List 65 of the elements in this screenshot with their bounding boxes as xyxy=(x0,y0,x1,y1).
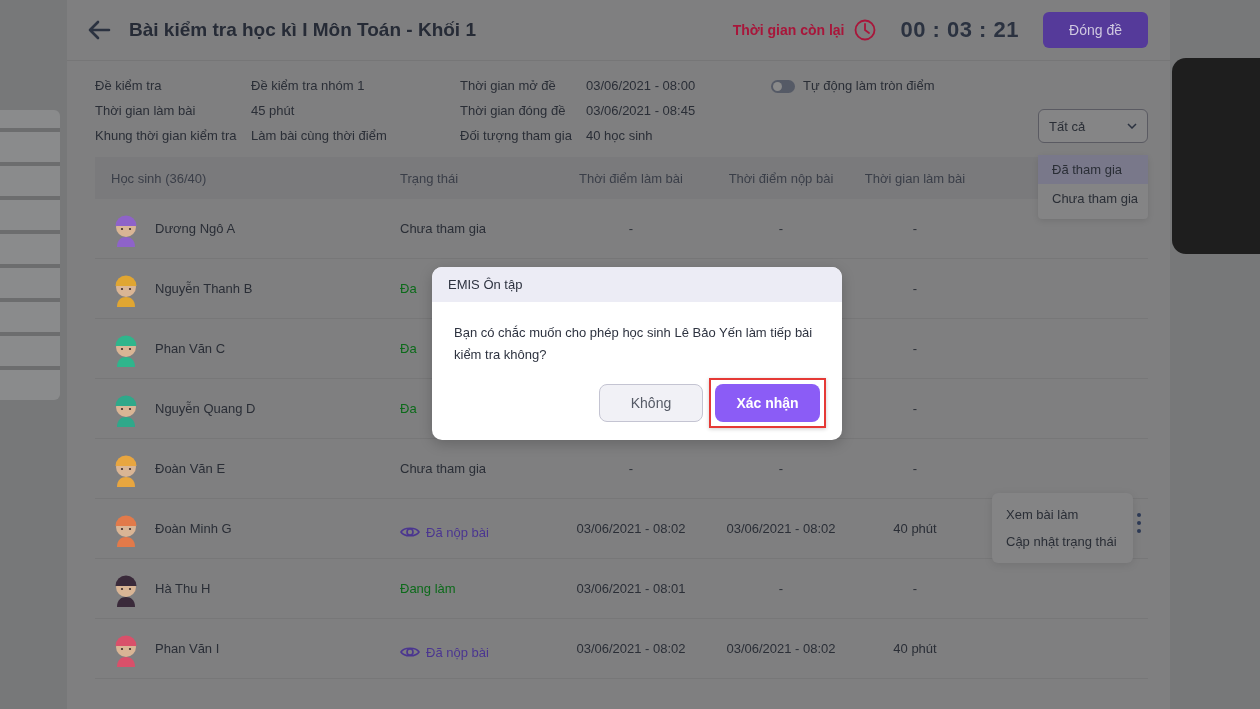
filter-dropdown[interactable]: Tất cả xyxy=(1038,109,1148,143)
info-value: Đề kiểm tra nhóm 1 xyxy=(251,78,366,93)
column-header: Thời gian làm bài xyxy=(863,170,967,186)
table-cell: 40 phút xyxy=(893,641,937,656)
student-name: Hà Thu H xyxy=(155,581,211,596)
dialog-title: EMIS Ôn tập xyxy=(448,277,523,292)
status-text: Đa xyxy=(400,341,417,356)
info-value: 03/06/2021 - 08:00 xyxy=(586,78,697,93)
info-value: 45 phút xyxy=(251,103,296,118)
table-cell: - xyxy=(912,461,918,476)
close-exam-button[interactable]: Đóng đề xyxy=(1043,12,1148,48)
info-label: Đối tượng tham gia xyxy=(460,128,573,143)
countdown-timer: 00 : 03 : 21 xyxy=(900,17,1019,43)
table-cell: 03/06/2021 - 08:02 xyxy=(576,641,686,656)
column-header: Thời điểm làm bài xyxy=(578,170,684,186)
status-text: Đa xyxy=(400,401,417,416)
info-label: Đề kiểm tra xyxy=(95,78,163,93)
confirm-button[interactable]: Xác nhận xyxy=(715,384,820,422)
table-cell: - xyxy=(912,341,918,356)
status-text: Đang làm xyxy=(400,581,456,596)
cancel-button[interactable]: Không xyxy=(599,384,703,422)
column-header: Trạng thái xyxy=(400,170,460,186)
table-cell: - xyxy=(912,581,918,596)
menu-item[interactable]: Cập nhật trạng thái xyxy=(992,528,1133,555)
column-header: Học sinh (36/40) xyxy=(110,170,208,186)
table-cell: - xyxy=(912,281,918,296)
table-cell: - xyxy=(628,461,634,476)
menu-item[interactable]: Xem bài làm xyxy=(992,501,1133,528)
table-cell: 03/06/2021 - 08:02 xyxy=(726,521,836,536)
status-text: Đa xyxy=(400,281,417,296)
info-label: Thời gian làm bài xyxy=(95,103,197,118)
table-cell: - xyxy=(912,401,918,416)
table-cell: 03/06/2021 - 08:01 xyxy=(576,581,686,596)
info-label: Thời gian mở đề xyxy=(460,78,557,93)
dropdown-option[interactable]: Chưa tham gia xyxy=(1038,184,1148,213)
student-name: Nguyễn Quang D xyxy=(155,401,256,416)
student-name: Phan Văn C xyxy=(155,341,226,356)
student-name: Phan Văn I xyxy=(155,641,220,656)
table-cell: - xyxy=(778,461,784,476)
student-name: Nguyễn Thanh B xyxy=(155,281,253,296)
page-title: Bài kiểm tra học kì I Môn Toán - Khối 1 xyxy=(129,19,477,41)
toggle-label: Tự động làm tròn điểm xyxy=(803,78,935,93)
student-name: Đoàn Văn E xyxy=(155,461,226,476)
timer-label: Thời gian còn lại xyxy=(732,22,845,38)
table-cell: - xyxy=(628,221,634,236)
info-label: Thời gian đóng đề xyxy=(460,103,567,118)
table-cell: - xyxy=(778,581,784,596)
info-value: 40 học sinh xyxy=(586,128,654,143)
status-text: Chưa tham gia xyxy=(400,221,487,236)
table-cell: - xyxy=(778,221,784,236)
table-cell: 03/06/2021 - 08:02 xyxy=(726,641,836,656)
table-cell: 03/06/2021 - 08:02 xyxy=(576,521,686,536)
column-header: Thời điểm nộp bài xyxy=(727,170,835,186)
table-cell: 40 phút xyxy=(893,521,937,536)
status-text[interactable]: Đã nộp bài xyxy=(426,644,489,660)
info-value: Làm bài cùng thời điểm xyxy=(251,128,388,143)
info-value: 03/06/2021 - 08:45 xyxy=(586,103,697,118)
dropdown-option[interactable]: Đã tham gia xyxy=(1038,155,1148,184)
status-text: Chưa tham gia xyxy=(400,461,487,476)
student-name: Dương Ngô A xyxy=(155,221,236,236)
dialog-message: Bạn có chắc muốn cho phép học sinh Lê Bảo Yến làm tiếp bài kiểm tra không? xyxy=(453,324,814,364)
info-label: Khung thời gian kiểm tra xyxy=(95,128,238,143)
student-name: Đoàn Minh G xyxy=(155,521,232,536)
table-cell: - xyxy=(912,221,918,236)
status-text[interactable]: Đã nộp bài xyxy=(426,524,489,540)
